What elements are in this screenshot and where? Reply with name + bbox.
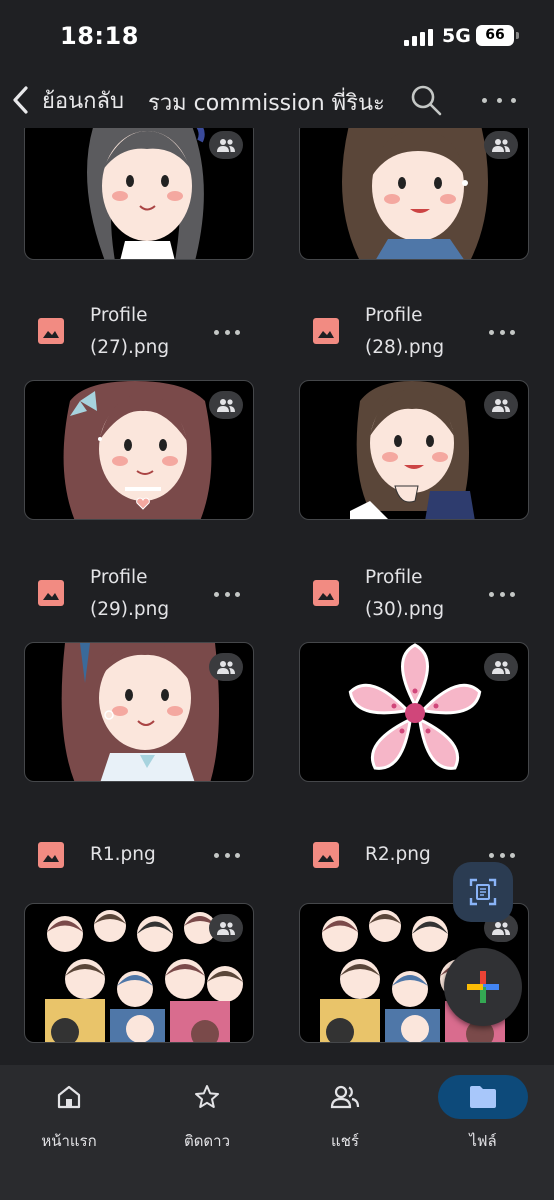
status-bar-overlay: 18:18 5G 66 <box>0 0 554 70</box>
file-thumbnail[interactable] <box>24 903 254 1043</box>
new-button[interactable] <box>444 948 522 1026</box>
people-icon <box>492 139 510 152</box>
home-icon-container <box>24 1075 114 1119</box>
shared-badge <box>484 653 518 681</box>
image-file-icon <box>313 580 339 606</box>
file-name: Profile (30).png <box>365 567 445 620</box>
people-icon <box>492 922 510 935</box>
file-thumbnail[interactable] <box>299 120 529 260</box>
nav-files[interactable]: ไฟล์ <box>414 1071 552 1161</box>
nav-label: หน้าแรก <box>41 1132 97 1150</box>
nav-label: ติดดาว <box>183 1132 231 1150</box>
home-icon <box>57 1085 81 1109</box>
image-file-icon <box>38 842 64 868</box>
bottom-navigation: หน้าแรก ติดดาว แชร์ ไฟล์ <box>0 1065 554 1200</box>
shared-badge <box>209 131 243 159</box>
file-thumbnail[interactable] <box>24 642 254 782</box>
more-options-icon[interactable] <box>214 584 240 604</box>
battery-cap <box>516 32 519 39</box>
network-type: 5G <box>442 25 471 47</box>
more-options-icon[interactable] <box>489 584 515 604</box>
people-icon <box>217 661 235 674</box>
top-app-bar: ย้อนกลับ รวม commission พี่รินะ <box>0 72 554 128</box>
file-item[interactable]: Profile (30).png <box>299 562 554 626</box>
scan-button[interactable] <box>453 862 513 922</box>
people-icon-container <box>300 1075 390 1119</box>
star-icon <box>195 1085 219 1108</box>
file-item[interactable]: Profile (29).png <box>24 562 284 626</box>
back-label: ย้อนกลับ <box>42 88 124 114</box>
people-icon <box>217 922 235 935</box>
file-item[interactable]: Profile (27).png <box>24 300 284 364</box>
file-name: R1.png <box>90 844 156 865</box>
back-button[interactable]: ย้อนกลับ <box>10 80 124 120</box>
nav-label: แชร์ <box>331 1132 359 1150</box>
nav-label: ไฟล์ <box>469 1132 497 1150</box>
people-icon <box>217 139 235 152</box>
image-file-icon <box>313 318 339 344</box>
file-name: Profile (28).png <box>365 305 445 358</box>
file-thumbnail[interactable] <box>299 642 529 782</box>
nav-shared[interactable]: แชร์ <box>276 1071 414 1161</box>
file-name: Profile (27).png <box>90 305 170 358</box>
nav-starred[interactable]: ติดดาว <box>138 1071 276 1161</box>
file-thumbnail[interactable] <box>299 380 529 520</box>
more-options-icon[interactable] <box>489 322 515 342</box>
image-file-icon <box>38 580 64 606</box>
image-file-icon <box>38 318 64 344</box>
folder-title: รวม commission พี่รินะ <box>148 91 385 116</box>
signal-icon <box>404 29 433 46</box>
star-icon-container <box>162 1075 252 1119</box>
folder-icon-container <box>438 1075 528 1119</box>
file-item[interactable]: R2.png <box>299 822 554 886</box>
people-icon <box>330 1085 360 1109</box>
file-item[interactable]: Profile (28).png <box>299 300 554 364</box>
chevron-left-icon <box>13 86 28 114</box>
file-thumbnail[interactable] <box>24 380 254 520</box>
document-scanner-icon <box>469 878 497 906</box>
file-item[interactable]: R1.png <box>24 822 284 886</box>
plus-icon <box>467 971 499 1003</box>
image-file-icon <box>313 842 339 868</box>
more-options-icon[interactable] <box>482 84 516 116</box>
folder-icon <box>470 1086 496 1108</box>
file-name: Profile (29).png <box>90 567 170 620</box>
shared-badge <box>209 653 243 681</box>
shared-badge <box>209 914 243 942</box>
people-icon <box>492 661 510 674</box>
file-thumbnail[interactable] <box>24 120 254 260</box>
battery-icon: 66 <box>476 25 514 46</box>
search-icon[interactable] <box>408 82 444 118</box>
people-icon <box>217 399 235 412</box>
people-icon <box>492 399 510 412</box>
shared-badge <box>209 391 243 419</box>
shared-badge <box>484 131 518 159</box>
shared-badge <box>484 391 518 419</box>
more-options-icon[interactable] <box>214 322 240 342</box>
status-time: 18:18 <box>60 22 139 50</box>
more-options-icon[interactable] <box>214 845 240 865</box>
nav-home[interactable]: หน้าแรก <box>0 1071 138 1161</box>
